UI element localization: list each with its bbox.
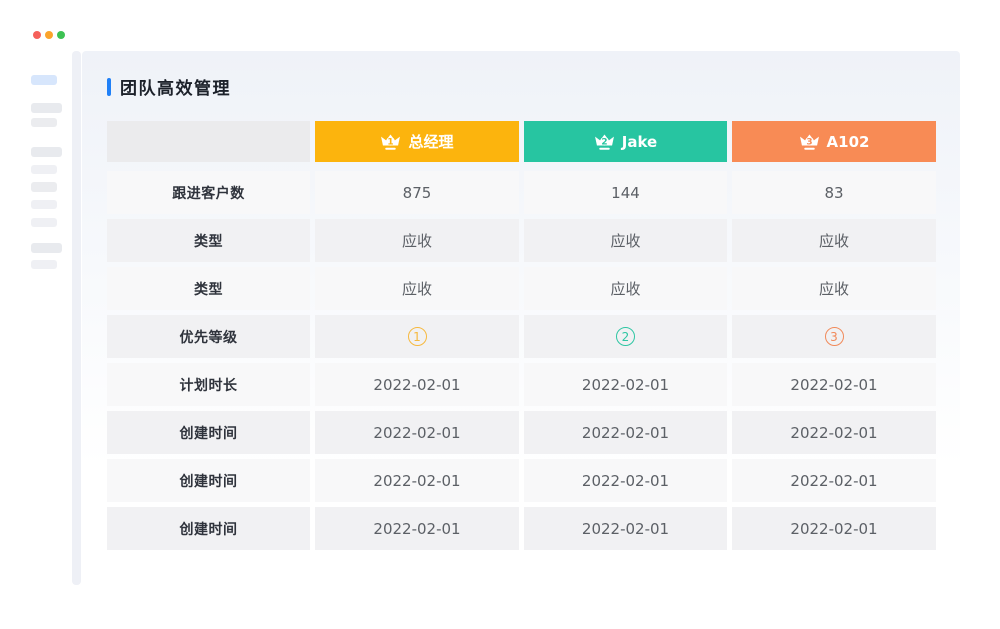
- value-cell: 2022-02-01: [524, 459, 727, 502]
- value-cell: 1: [315, 315, 519, 358]
- crown-rank-icon: 3: [799, 133, 820, 151]
- table-row: 优先等级 1 2 3: [107, 315, 936, 358]
- table-row: 类型应收应收应收: [107, 267, 936, 310]
- row-label: 创建时间: [107, 459, 310, 502]
- app-window: 团队高效管理 1总经理2Jake3A102 跟进客户数87514483类型应收应…: [0, 0, 1000, 629]
- crown-rank-icon: 2: [594, 133, 615, 151]
- row-label: 优先等级: [107, 315, 310, 358]
- maximize-window-button[interactable]: [57, 31, 65, 39]
- value-cell: 2022-02-01: [315, 459, 519, 502]
- value-cell: 2022-02-01: [524, 363, 727, 406]
- rank-number: 3: [806, 137, 812, 147]
- skeleton-bar: [31, 182, 57, 192]
- value-cell: 2022-02-01: [315, 411, 519, 454]
- value-cell: 83: [732, 171, 936, 214]
- sidebar-divider: [72, 51, 81, 585]
- close-window-button[interactable]: [33, 31, 41, 39]
- column-header-label: A102: [827, 133, 870, 151]
- value-cell: 2022-02-01: [732, 507, 936, 550]
- column-header-label: Jake: [622, 133, 657, 151]
- page-title-text: 团队高效管理: [120, 74, 231, 99]
- skeleton-bar: [31, 165, 57, 174]
- value-cell: 2022-02-01: [732, 411, 936, 454]
- value-cell: 应收: [524, 267, 727, 310]
- value-cell: 应收: [524, 219, 727, 262]
- value-cell: 2022-02-01: [732, 363, 936, 406]
- title-accent-bar: [107, 78, 111, 96]
- row-label: 类型: [107, 219, 310, 262]
- table-row: 创建时间2022-02-012022-02-012022-02-01: [107, 411, 936, 454]
- value-cell: 应收: [732, 219, 936, 262]
- table-row: 计划时长2022-02-012022-02-012022-02-01: [107, 363, 936, 406]
- window-controls: [33, 31, 65, 39]
- minimize-window-button[interactable]: [45, 31, 53, 39]
- skeleton-bar: [31, 243, 62, 253]
- row-label: 创建时间: [107, 411, 310, 454]
- value-cell: 3: [732, 315, 936, 358]
- table-row: 创建时间2022-02-012022-02-012022-02-01: [107, 507, 936, 550]
- value-cell: 144: [524, 171, 727, 214]
- rank-number: 1: [388, 137, 394, 147]
- row-label: 创建时间: [107, 507, 310, 550]
- row-label: 计划时长: [107, 363, 310, 406]
- page-title: 团队高效管理: [107, 74, 231, 99]
- crown-rank-icon: 1: [380, 133, 401, 151]
- value-cell: 2022-02-01: [315, 507, 519, 550]
- column-header-2[interactable]: 2 Jake: [524, 121, 727, 162]
- skeleton-bar: [31, 118, 57, 127]
- skeleton-bar: [31, 260, 57, 269]
- column-header-label: 总经理: [408, 131, 453, 152]
- skeleton-bar: [31, 147, 62, 157]
- table-header-row: 1 总经理 2 Jake 3 A102: [107, 121, 936, 162]
- value-cell: 2022-02-01: [315, 363, 519, 406]
- value-cell: 875: [315, 171, 519, 214]
- table-body: 跟进客户数87514483类型应收应收应收类型应收应收应收优先等级123计划时长…: [107, 171, 936, 550]
- skeleton-bar: [31, 200, 57, 209]
- value-cell: 2022-02-01: [732, 459, 936, 502]
- table-corner-cell: [107, 121, 310, 162]
- priority-badge: 2: [616, 327, 635, 346]
- value-cell: 2022-02-01: [524, 411, 727, 454]
- table-row: 创建时间2022-02-012022-02-012022-02-01: [107, 459, 936, 502]
- value-cell: 应收: [315, 267, 519, 310]
- main-panel: 团队高效管理 1总经理2Jake3A102 跟进客户数87514483类型应收应…: [82, 51, 960, 585]
- value-cell: 应收: [732, 267, 936, 310]
- skeleton-bar: [31, 103, 62, 113]
- value-cell: 应收: [315, 219, 519, 262]
- table-row: 类型应收应收应收: [107, 219, 936, 262]
- priority-badge: 3: [825, 327, 844, 346]
- value-cell: 2022-02-01: [524, 507, 727, 550]
- priority-badge: 1: [408, 327, 427, 346]
- skeleton-bar: [31, 218, 57, 227]
- row-label: 跟进客户数: [107, 171, 310, 214]
- team-table: 1总经理2Jake3A102 跟进客户数87514483类型应收应收应收类型应收…: [107, 121, 936, 555]
- column-header-1[interactable]: 1 总经理: [315, 121, 519, 162]
- rank-number: 2: [601, 137, 607, 147]
- table-row: 跟进客户数87514483: [107, 171, 936, 214]
- sidebar-item-active[interactable]: [31, 75, 57, 85]
- row-label: 类型: [107, 267, 310, 310]
- value-cell: 2: [524, 315, 727, 358]
- column-header-3[interactable]: 3 A102: [732, 121, 936, 162]
